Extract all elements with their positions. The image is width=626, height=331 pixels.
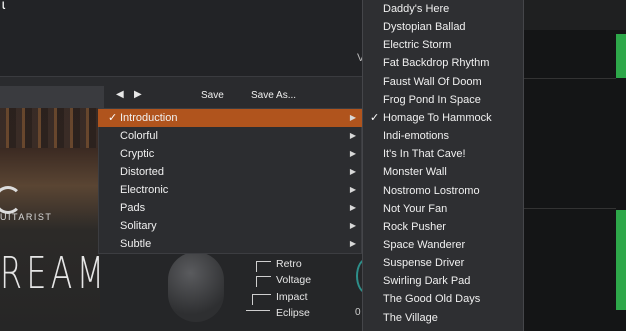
category-item-label: Distorted: [120, 166, 165, 178]
save-as-button[interactable]: Save As...: [251, 90, 296, 101]
host-panel-divider: [524, 78, 616, 79]
preset-item[interactable]: Dystopian Ballad: [362, 19, 524, 37]
retro-curve-icon: [256, 261, 271, 272]
eclipse-label[interactable]: Eclipse: [276, 307, 310, 319]
category-item-label: Subtle: [120, 238, 152, 250]
category-item-label: Pads: [120, 202, 146, 214]
artwork-texture: [0, 108, 100, 148]
preset-item-label: Swirling Dark Pad: [383, 275, 471, 288]
preset-item-label: Frog Pond In Space: [383, 93, 481, 106]
category-item[interactable]: Subtle ▶: [98, 235, 362, 253]
submenu-arrow-icon: ▶: [349, 113, 356, 122]
track-clip[interactable]: [616, 34, 626, 78]
category-item[interactable]: Colorful ▶: [98, 127, 362, 145]
eclipse-curve-icon: [246, 310, 270, 321]
preset-item-label: Daddy's Here: [383, 3, 450, 15]
preset-name-field[interactable]: [0, 86, 104, 108]
brand-text: UITARIST: [0, 212, 53, 222]
category-item[interactable]: Distorted ▶: [98, 163, 362, 181]
category-item-label: Solitary: [120, 220, 157, 232]
main-knob[interactable]: [168, 252, 224, 322]
preset-item[interactable]: The Good Old Days: [362, 291, 524, 309]
preset-item[interactable]: Suspense Driver: [362, 255, 524, 273]
host-top-area: [0, 0, 362, 76]
category-item-label: Introduction: [120, 112, 178, 124]
preset-item-label: The Good Old Days: [383, 293, 481, 306]
submenu-arrow-icon: ▶: [349, 221, 356, 230]
category-item[interactable]: Cryptic ▶: [98, 145, 362, 163]
preset-item[interactable]: Space Wanderer: [362, 237, 524, 255]
preset-item-label: Nostromo Lostromo: [383, 184, 480, 197]
preset-item[interactable]: Swirling Dark Pad: [362, 273, 524, 291]
preset-item[interactable]: Nostromo Lostromo: [362, 183, 524, 201]
preset-item[interactable]: It's In That Cave!: [362, 146, 524, 164]
category-item[interactable]: Pads ▶: [98, 199, 362, 217]
preset-item-label: Indi-emotions: [383, 130, 450, 143]
corner-glyph: ɩ: [2, 0, 6, 12]
preset-item[interactable]: Rock Pusher: [362, 219, 524, 237]
submenu-arrow-icon: ▶: [349, 185, 356, 194]
category-item-label: Cryptic: [120, 148, 155, 160]
preset-item[interactable]: Faust Wall Of Doom: [362, 74, 524, 92]
preset-item[interactable]: Monster Wall: [362, 164, 524, 182]
checkmark-icon: ✓: [370, 111, 380, 124]
checkmark-icon: ✓: [108, 112, 118, 124]
next-preset-icon[interactable]: ▶: [134, 89, 142, 100]
value-readout: 0: [355, 307, 361, 318]
preset-item[interactable]: Frog Pond In Space: [362, 92, 524, 110]
preset-item-label: Electric Storm: [383, 39, 452, 52]
preset-item[interactable]: Not Your Fan: [362, 201, 524, 219]
host-panel-divider: [524, 208, 616, 209]
preset-item-label: Fat Backdrop Rhythm: [383, 57, 490, 70]
preset-item-label: Space Wanderer: [383, 238, 466, 251]
impact-label[interactable]: Impact: [276, 291, 308, 303]
voltage-label[interactable]: Voltage: [276, 274, 311, 286]
preset-item-label: Not Your Fan: [383, 202, 448, 215]
prev-preset-icon[interactable]: ◀: [116, 89, 124, 100]
product-title: REAM: [0, 248, 109, 299]
submenu-arrow-icon: ▶: [349, 149, 356, 158]
preset-item-label: Suspense Driver: [383, 257, 465, 270]
preset-item[interactable]: Electric Storm: [362, 37, 524, 55]
preset-item[interactable]: Fat Backdrop Rhythm: [362, 55, 524, 73]
submenu-arrow-icon: ▶: [349, 167, 356, 176]
impact-curve-icon: [252, 294, 271, 305]
category-item-label: Colorful: [120, 130, 158, 142]
preset-item-label: Faust Wall Of Doom: [383, 75, 482, 88]
submenu-arrow-icon: ▶: [349, 203, 356, 212]
plugin-controls-area: [100, 252, 362, 331]
preset-item-label: It's In That Cave!: [383, 148, 466, 161]
preset-item-label: Homage To Hammock: [383, 111, 492, 124]
save-button[interactable]: Save: [201, 90, 224, 101]
preset-item-label: Monster Wall: [383, 166, 447, 179]
preset-item[interactable]: ✓ Homage To Hammock: [362, 110, 524, 128]
preset-item[interactable]: The Village: [362, 310, 524, 328]
voltage-curve-icon: [256, 276, 271, 287]
preset-item-label: Dystopian Ballad: [383, 21, 466, 34]
category-item[interactable]: Electronic ▶: [98, 181, 362, 199]
preset-item[interactable]: Indi-emotions: [362, 128, 524, 146]
track-clip[interactable]: [616, 210, 626, 310]
category-item[interactable]: ✓ Introduction ▶: [98, 109, 362, 127]
preset-item-label: The Village: [383, 311, 438, 324]
category-item[interactable]: Solitary ▶: [98, 217, 362, 235]
submenu-arrow-icon: ▶: [349, 131, 356, 140]
category-item-label: Electronic: [120, 184, 169, 196]
host-side-panel: [524, 0, 626, 331]
submenu-arrow-icon: ▶: [349, 239, 356, 248]
host-panel-header: [524, 0, 626, 30]
preset-item-label: Rock Pusher: [383, 220, 446, 233]
preset-item[interactable]: Daddy's Here: [362, 1, 524, 19]
retro-label[interactable]: Retro: [276, 258, 302, 270]
